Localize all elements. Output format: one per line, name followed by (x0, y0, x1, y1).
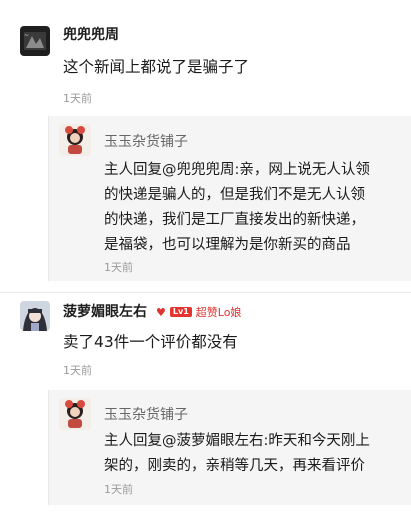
comment-content: 这个新闻上都说了是骗子了 (63, 58, 250, 76)
reply-time: 1天前 (104, 483, 133, 496)
reply-line: 主人回复@兜兜兜周:亲，网上说无人认领 (104, 162, 370, 178)
reply-line: 架的，刚卖的，亲稍等几天，再来看评价 (104, 458, 365, 474)
reply-author[interactable]: 玉玉杂货铺子 (104, 404, 188, 424)
shop-avatar-icon[interactable] (59, 124, 91, 156)
comment-item: 菠萝媚眼左右 ♥ Lv1 超赞Lo娘 卖了43件一个评价都没有 1天前 玉玉杂货… (0, 293, 411, 520)
dark-avatar-icon[interactable]: ~ (20, 26, 50, 56)
reply-box: 玉玉杂货铺子 主人回复@菠萝媚眼左右:昨天和今天刚上 架的，刚卖的，亲稍等几天，… (48, 390, 411, 505)
reply-author[interactable]: 玉玉杂货铺子 (104, 131, 188, 151)
comment-username[interactable]: 菠萝媚眼左右 (63, 301, 147, 321)
shop-avatar-icon[interactable] (59, 398, 91, 430)
reply-text: 主人回复@兜兜兜周:亲，网上说无人认领 的快递是骗人的，但是我们不是无人认领 的… (104, 158, 396, 258)
comment-content: 卖了43件一个评价都没有 (63, 333, 238, 351)
reply-time: 1天前 (104, 261, 133, 274)
fan-title: 超赞Lo娘 (195, 306, 242, 319)
comment-time: 1天前 (63, 92, 92, 105)
reply-line: 是福袋，也可以理解为是你新买的商品 (104, 237, 351, 253)
girl-avatar-icon[interactable] (20, 301, 50, 331)
level-badge: Lv1 (169, 307, 192, 317)
reply-text: 主人回复@菠萝媚眼左右:昨天和今天刚上 架的，刚卖的，亲稍等几天，再来看评价 (104, 429, 396, 479)
comment-item: ~ 兜兜兜周 这个新闻上都说了是骗子了 1天前 玉玉杂货铺子 主人回复@兜兜兜周… (0, 0, 411, 292)
svg-text:~: ~ (24, 32, 29, 39)
reply-box: 玉玉杂货铺子 主人回复@兜兜兜周:亲，网上说无人认领 的快递是骗人的，但是我们不… (48, 116, 411, 281)
comment-time: 1天前 (63, 364, 92, 377)
reply-line: 主人回复@菠萝媚眼左右:昨天和今天刚上 (104, 433, 370, 449)
reply-line: 的快递是骗人的，但是我们不是无人认领 (104, 187, 365, 203)
reply-line: 的快递，我们是工厂直接发出的新快递， (104, 212, 365, 228)
comment-username[interactable]: 兜兜兜周 (63, 24, 119, 44)
user-badges: ♥ Lv1 超赞Lo娘 (156, 304, 241, 320)
heart-icon: ♥ (156, 305, 166, 319)
